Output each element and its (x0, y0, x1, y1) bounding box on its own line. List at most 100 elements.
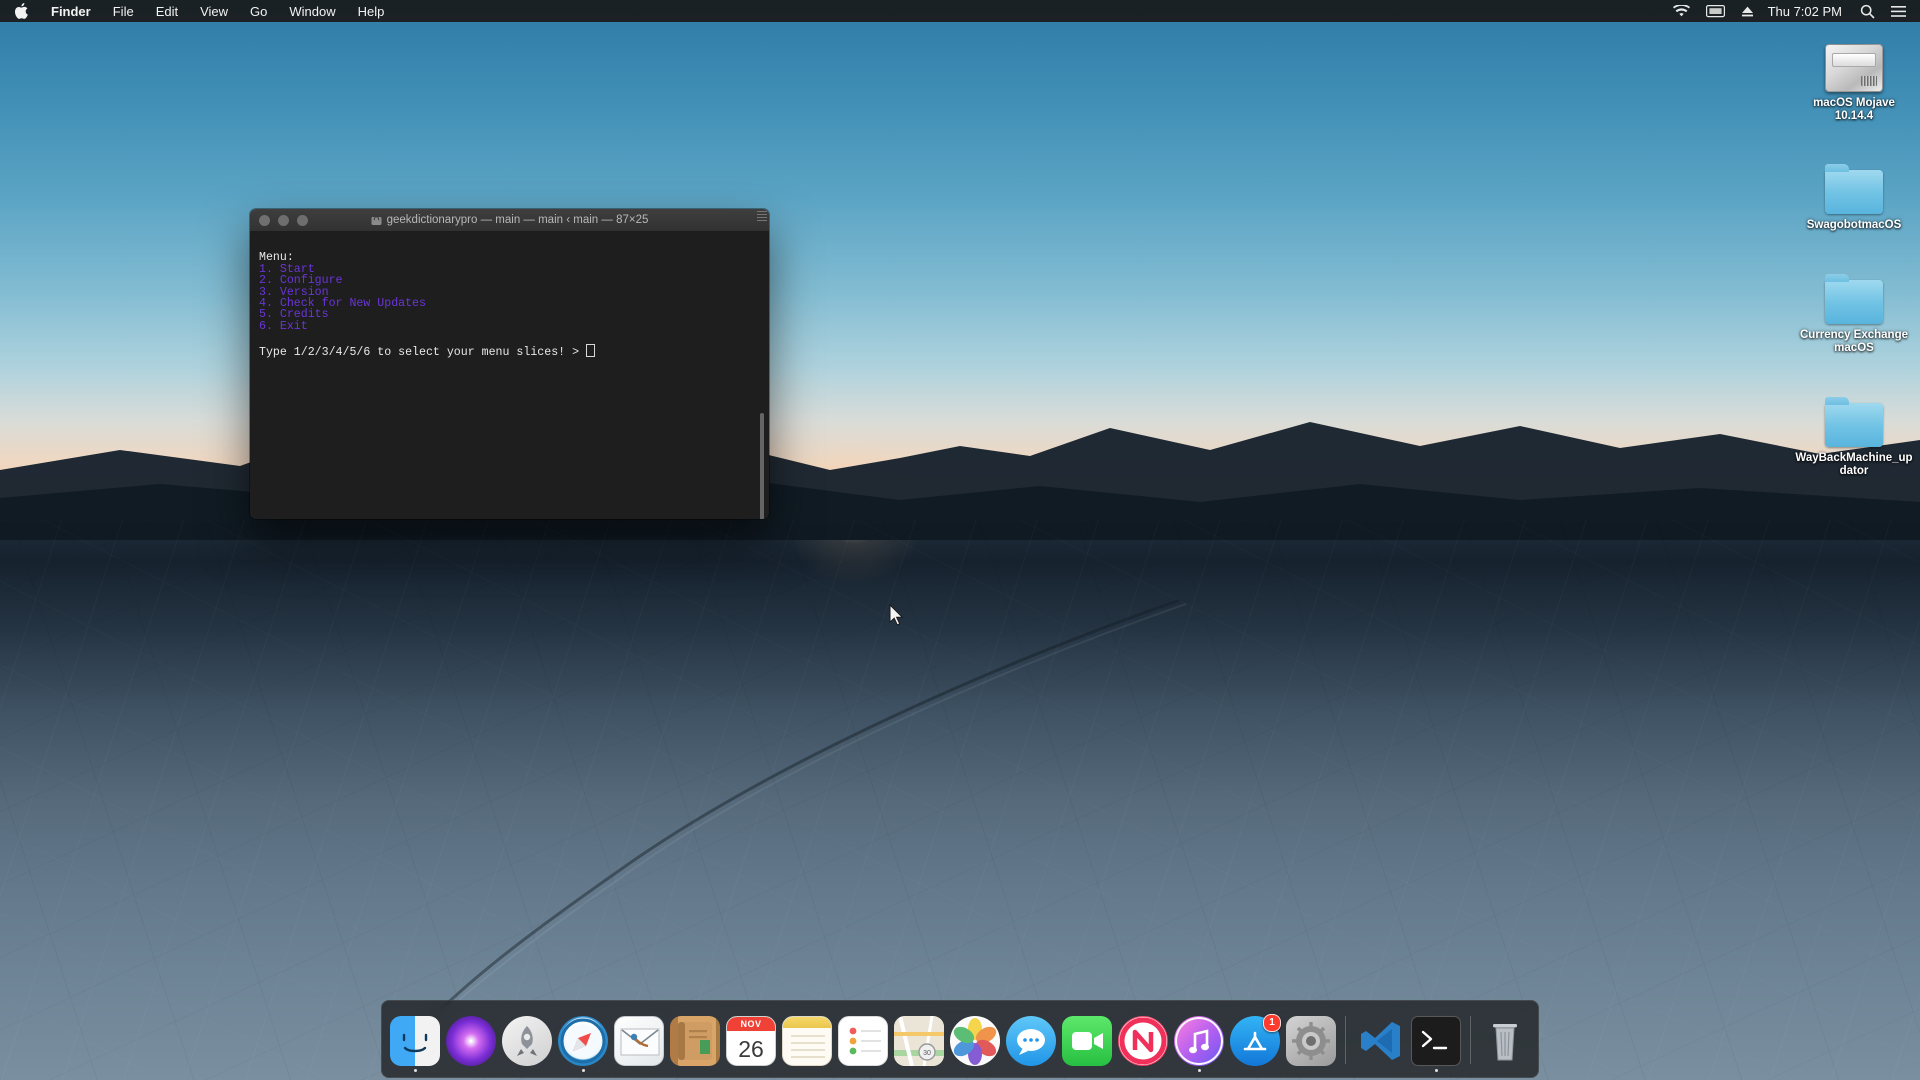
terminal-scrollbar-thumb[interactable] (760, 413, 764, 519)
menu-item-finder[interactable]: Finder (40, 0, 102, 22)
running-indicator (1504, 1069, 1507, 1072)
dock-separator (1470, 1016, 1471, 1064)
running-indicator (1142, 1069, 1145, 1072)
menu-list-icon[interactable] (1883, 0, 1914, 22)
apple-menu-icon[interactable] (0, 0, 40, 22)
menu-bar-clock[interactable]: Thu 7:02 PM (1762, 4, 1852, 19)
running-indicator (1379, 1069, 1382, 1072)
menu-bar-status-area: Thu 7:02 PM (1665, 0, 1920, 22)
dock-photos[interactable] (948, 1012, 1002, 1072)
dock-mail[interactable] (612, 1012, 666, 1072)
desktop-icon-label: macOS Mojave 10.14.4 (1813, 97, 1895, 122)
dock-separator (1345, 1016, 1346, 1064)
menu-item-file[interactable]: File (102, 0, 145, 22)
dock-app-store[interactable]: 1 (1228, 1012, 1282, 1072)
menu-item-help[interactable]: Help (347, 0, 396, 22)
eject-icon[interactable] (1733, 0, 1762, 22)
desktop-background (0, 0, 1920, 1080)
running-indicator (526, 1069, 529, 1072)
menu-item-view[interactable]: View (189, 0, 239, 22)
close-button[interactable] (259, 214, 270, 226)
dock-news[interactable] (1116, 1012, 1170, 1072)
desktop-icon-label: WayBackMachine_updator (1795, 452, 1913, 477)
messages-icon (1006, 1016, 1056, 1066)
terminal-window[interactable]: geekdictionarypro — main — main ‹ main —… (250, 209, 769, 519)
running-indicator (1030, 1069, 1033, 1072)
running-indicator (694, 1069, 697, 1072)
dock-messages[interactable] (1004, 1012, 1058, 1072)
siri-icon (446, 1016, 496, 1066)
facetime-icon (1062, 1016, 1112, 1066)
news-icon (1118, 1016, 1168, 1066)
desktop-icon-waybackmachine-updator[interactable]: WayBackMachine_updator (1795, 385, 1913, 478)
dock-facetime[interactable] (1060, 1012, 1114, 1072)
running-indicator (1310, 1069, 1313, 1072)
folder-icon (1825, 152, 1883, 214)
menu-item-go[interactable]: Go (239, 0, 278, 22)
vscode-icon (1355, 1016, 1405, 1066)
folder-icon (1825, 262, 1883, 324)
terminal-line-option-6: 6. Exit (259, 319, 308, 333)
search-icon[interactable] (1852, 0, 1883, 22)
dock-reminders[interactable] (836, 1012, 890, 1072)
system-preferences-icon (1286, 1016, 1336, 1066)
mail-icon (614, 1016, 664, 1066)
finder-icon (390, 1016, 440, 1066)
folder-icon (1825, 385, 1883, 447)
menu-item-window[interactable]: Window (278, 0, 346, 22)
wifi-icon[interactable] (1665, 0, 1698, 22)
desktop-icon-swagobotmacos[interactable]: SwagobotmacOS (1795, 152, 1913, 232)
dock-trash[interactable] (1478, 1012, 1532, 1072)
screen-mirroring-icon[interactable] (1698, 0, 1733, 22)
running-indicator (862, 1069, 865, 1072)
desktop-icon-label: Currency Exchange macOS (1799, 329, 1908, 354)
dock-itunes[interactable] (1172, 1012, 1226, 1072)
dock-vscode[interactable] (1353, 1012, 1407, 1072)
desktop-icon-currency-exchange-macos[interactable]: Currency Exchange macOS (1795, 262, 1913, 355)
photos-icon (950, 1016, 1000, 1066)
terminal-content[interactable]: Menu: 1. Start 2. Configure 3. Version 4… (250, 232, 769, 519)
salt-flat-texture (0, 520, 1920, 1080)
dock-safari[interactable] (556, 1012, 610, 1072)
menu-item-edit[interactable]: Edit (145, 0, 189, 22)
terminal-title-bar[interactable]: geekdictionarypro — main — main ‹ main —… (250, 209, 769, 232)
folder-lock-icon (371, 215, 382, 225)
running-indicator (918, 1069, 921, 1072)
running-indicator (638, 1069, 641, 1072)
dock: NOV 26 30 1 (381, 1000, 1539, 1078)
dock-maps[interactable]: 30 (892, 1012, 946, 1072)
dock-launchpad[interactable] (500, 1012, 554, 1072)
calendar-icon: NOV 26 (726, 1016, 776, 1066)
dock-siri[interactable] (444, 1012, 498, 1072)
desktop-icon-macos-mojave[interactable]: macOS Mojave 10.14.4 (1795, 30, 1913, 123)
dock-terminal[interactable] (1409, 1012, 1463, 1072)
running-indicator (1086, 1069, 1089, 1072)
resize-grip[interactable] (757, 211, 767, 221)
svg-text:30: 30 (923, 1050, 931, 1057)
dock-notes[interactable] (780, 1012, 834, 1072)
app-store-icon: 1 (1230, 1014, 1281, 1066)
text-cursor (586, 343, 595, 357)
menu-bar: Finder File Edit View Go Window Help Thu… (0, 0, 1920, 22)
contacts-icon (670, 1016, 720, 1066)
terminal-scrollbar[interactable] (756, 256, 767, 519)
running-indicator (1254, 1069, 1257, 1072)
dock-contacts[interactable] (668, 1012, 722, 1072)
terminal-title: geekdictionarypro — main — main ‹ main —… (250, 214, 769, 226)
running-indicator (750, 1069, 753, 1072)
dock-system-preferences[interactable] (1284, 1012, 1338, 1072)
app-store-badge: 1 (1263, 1014, 1281, 1032)
dock-calendar[interactable]: NOV 26 (724, 1012, 778, 1072)
dock-finder[interactable] (388, 1012, 442, 1072)
terminal-title-text: geekdictionarypro — main — main ‹ main —… (386, 214, 649, 226)
desktop-icon-label: SwagobotmacOS (1806, 219, 1902, 231)
minimize-button[interactable] (278, 214, 289, 226)
hard-disk-icon (1825, 30, 1883, 92)
zoom-button[interactable] (297, 214, 308, 226)
calendar-day: 26 (738, 1035, 764, 1062)
terminal-prompt-line: Type 1/2/3/4/5/6 to select your menu sli… (259, 345, 586, 359)
trash-icon (1480, 1016, 1530, 1066)
running-indicator (470, 1069, 473, 1072)
terminal-icon (1411, 1016, 1461, 1066)
launchpad-icon (502, 1016, 552, 1066)
